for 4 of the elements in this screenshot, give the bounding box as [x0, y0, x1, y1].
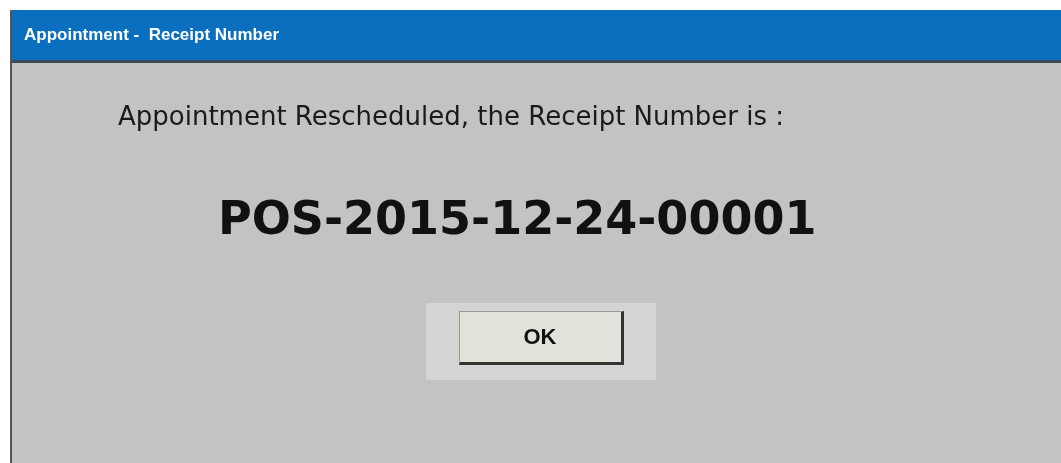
ok-button[interactable]: OK — [458, 311, 624, 365]
window-title: Appointment - Receipt Number — [24, 25, 279, 45]
message-text: Appointment Rescheduled, the Receipt Number is : — [118, 101, 786, 131]
receipt-number: POS-2015-12-24-00001 — [218, 191, 818, 245]
